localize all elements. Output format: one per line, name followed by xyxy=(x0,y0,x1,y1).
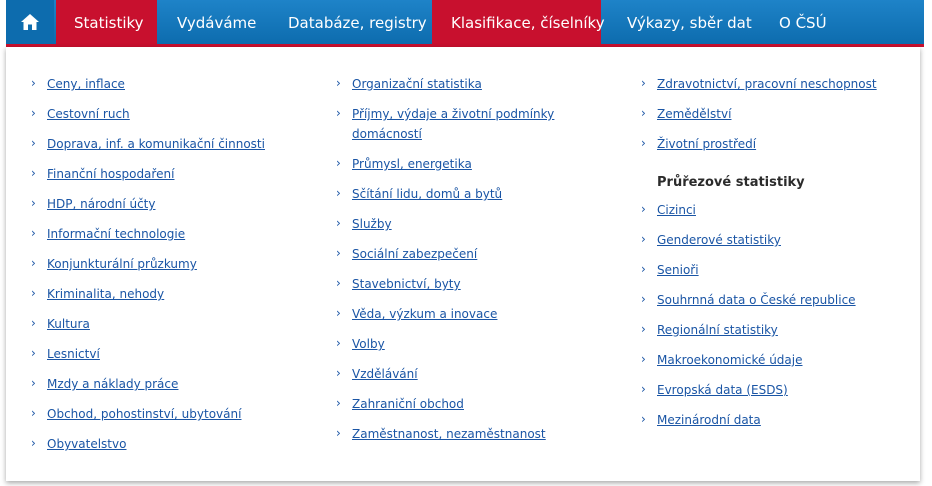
menu-link-socialni-zabezpeceni[interactable]: › Sociální zabezpečení xyxy=(336,244,477,264)
menu-link-evropska-data[interactable]: › Evropská data (ESDS) xyxy=(641,380,788,400)
chevron-right-icon: › xyxy=(336,156,341,170)
menu-link-obyvatelstvo[interactable]: › Obyvatelstvo xyxy=(31,434,126,454)
menu-link-vzdelavani[interactable]: › Vzdělávání xyxy=(336,364,418,384)
chevron-right-icon: › xyxy=(641,232,646,246)
tab-databaze-registry[interactable]: Databáze, registry xyxy=(288,0,427,44)
chevron-right-icon: › xyxy=(336,76,341,90)
chevron-right-icon: › xyxy=(336,186,341,200)
chevron-right-icon: › xyxy=(641,292,646,306)
menu-link-kultura[interactable]: › Kultura xyxy=(31,314,90,334)
chevron-right-icon: › xyxy=(31,406,36,420)
menu-link-ceny-inflace[interactable]: › Ceny, inflace xyxy=(31,74,125,94)
chevron-right-icon: › xyxy=(336,396,341,410)
menu-link-organizacni-statistika[interactable]: › Organizační statistika xyxy=(336,74,482,94)
chevron-right-icon: › xyxy=(31,226,36,240)
menu-link-souhrnna-data[interactable]: › Souhrnná data o České republice xyxy=(641,290,856,310)
menu-link-zamestnanost[interactable]: › Zaměstnanost, nezaměstnanost xyxy=(336,424,546,444)
menu-link-makroekonomicke-udaje[interactable]: › Makroekonomické údaje xyxy=(641,350,803,370)
chevron-right-icon: › xyxy=(641,136,646,150)
chevron-right-icon: › xyxy=(641,106,646,120)
menu-link-stavebnictvi-byty[interactable]: › Stavebnictví, byty xyxy=(336,274,461,294)
chevron-right-icon: › xyxy=(336,366,341,380)
home-icon xyxy=(21,14,39,30)
menu-link-regionalni-statistiky[interactable]: › Regionální statistiky xyxy=(641,320,778,340)
menu-link-zivotni-prostredi[interactable]: › Životní prostředí xyxy=(641,134,756,154)
menu-link-mzdy[interactable]: › Mzdy a náklady práce xyxy=(31,374,178,394)
chevron-right-icon: › xyxy=(641,412,646,426)
menu-link-doprava[interactable]: › Doprava, inf. a komunikační činnosti xyxy=(31,134,265,154)
chevron-right-icon: › xyxy=(336,246,341,260)
menu-link-volby[interactable]: › Volby xyxy=(336,334,385,354)
chevron-right-icon: › xyxy=(336,426,341,440)
main-navigation: Statistiky Vydáváme Databáze, registry K… xyxy=(6,0,924,47)
menu-link-sluzby[interactable]: › Služby xyxy=(336,214,392,234)
chevron-right-icon: › xyxy=(31,136,36,150)
chevron-right-icon: › xyxy=(31,286,36,300)
tab-o-csu[interactable]: O ČSÚ xyxy=(779,0,827,44)
cross-section-heading: Průřezové statistiky xyxy=(657,175,805,190)
menu-link-obchod[interactable]: › Obchod, pohostinství, ubytování xyxy=(31,404,241,424)
tab-statistiky[interactable]: Statistiky xyxy=(56,0,157,44)
chevron-right-icon: › xyxy=(31,376,36,390)
chevron-right-icon: › xyxy=(31,106,36,120)
tab-vydavame[interactable]: Vydáváme xyxy=(177,0,256,44)
chevron-right-icon: › xyxy=(31,316,36,330)
menu-link-scitani-lidu[interactable]: › Sčítání lidu, domů a bytů xyxy=(336,184,502,204)
menu-link-zdravotnictvi[interactable]: › Zdravotnictví, pracovní neschopnost xyxy=(641,74,877,94)
chevron-right-icon: › xyxy=(641,76,646,90)
chevron-right-icon: › xyxy=(641,202,646,216)
chevron-right-icon: › xyxy=(336,216,341,230)
chevron-right-icon: › xyxy=(31,256,36,270)
menu-link-prumysl-energetika[interactable]: › Průmysl, energetika xyxy=(336,154,472,174)
chevron-right-icon: › xyxy=(31,166,36,180)
menu-link-konjunkturalni-pruzkumy[interactable]: › Konjunkturální průzkumy xyxy=(31,254,197,274)
menu-link-financni-hospodareni[interactable]: › Finanční hospodaření xyxy=(31,164,174,184)
menu-link-veda-vyzkum[interactable]: › Věda, výzkum a inovace xyxy=(336,304,497,324)
menu-link-cizinci[interactable]: › Cizinci xyxy=(641,200,696,220)
chevron-right-icon: › xyxy=(641,382,646,396)
menu-link-informacni-technologie[interactable]: › Informační technologie xyxy=(31,224,185,244)
chevron-right-icon: › xyxy=(336,276,341,290)
menu-link-zemedelstvi[interactable]: › Zemědělství xyxy=(641,104,731,124)
chevron-right-icon: › xyxy=(641,262,646,276)
menu-link-lesnictvi[interactable]: › Lesnictví xyxy=(31,344,100,364)
chevron-right-icon: › xyxy=(641,322,646,336)
menu-link-zahranicni-obchod[interactable]: › Zahraniční obchod xyxy=(336,394,464,414)
chevron-right-icon: › xyxy=(31,346,36,360)
statistiky-dropdown-panel: › Ceny, inflace › Cestovní ruch › Doprava, … xyxy=(6,47,920,481)
menu-link-hdp[interactable]: › HDP, národní účty xyxy=(31,194,155,214)
menu-link-mezinarodni-data[interactable]: › Mezinárodní data xyxy=(641,410,761,430)
tab-vykazy-sber-dat[interactable]: Výkazy, sběr dat xyxy=(627,0,752,44)
chevron-right-icon: › xyxy=(336,336,341,350)
menu-link-seniori[interactable]: › Senioři xyxy=(641,260,699,280)
chevron-right-icon: › xyxy=(336,106,341,120)
menu-link-cestovni-ruch[interactable]: › Cestovní ruch xyxy=(31,104,130,124)
tab-klasifikace-ciselniky[interactable]: Klasifikace, číselníky xyxy=(432,0,605,44)
chevron-right-icon: › xyxy=(31,436,36,450)
chevron-right-icon: › xyxy=(31,196,36,210)
chevron-right-icon: › xyxy=(641,352,646,366)
menu-link-prijmy-vydaje[interactable]: › Příjmy, výdaje a životní podmínky domácn… xyxy=(336,104,554,144)
menu-link-kriminalita-nehody[interactable]: › Kriminalita, nehody xyxy=(31,284,164,304)
home-button[interactable] xyxy=(6,0,54,44)
chevron-right-icon: › xyxy=(336,306,341,320)
chevron-right-icon: › xyxy=(31,76,36,90)
menu-link-genderove-statistiky[interactable]: › Genderové statistiky xyxy=(641,230,781,250)
